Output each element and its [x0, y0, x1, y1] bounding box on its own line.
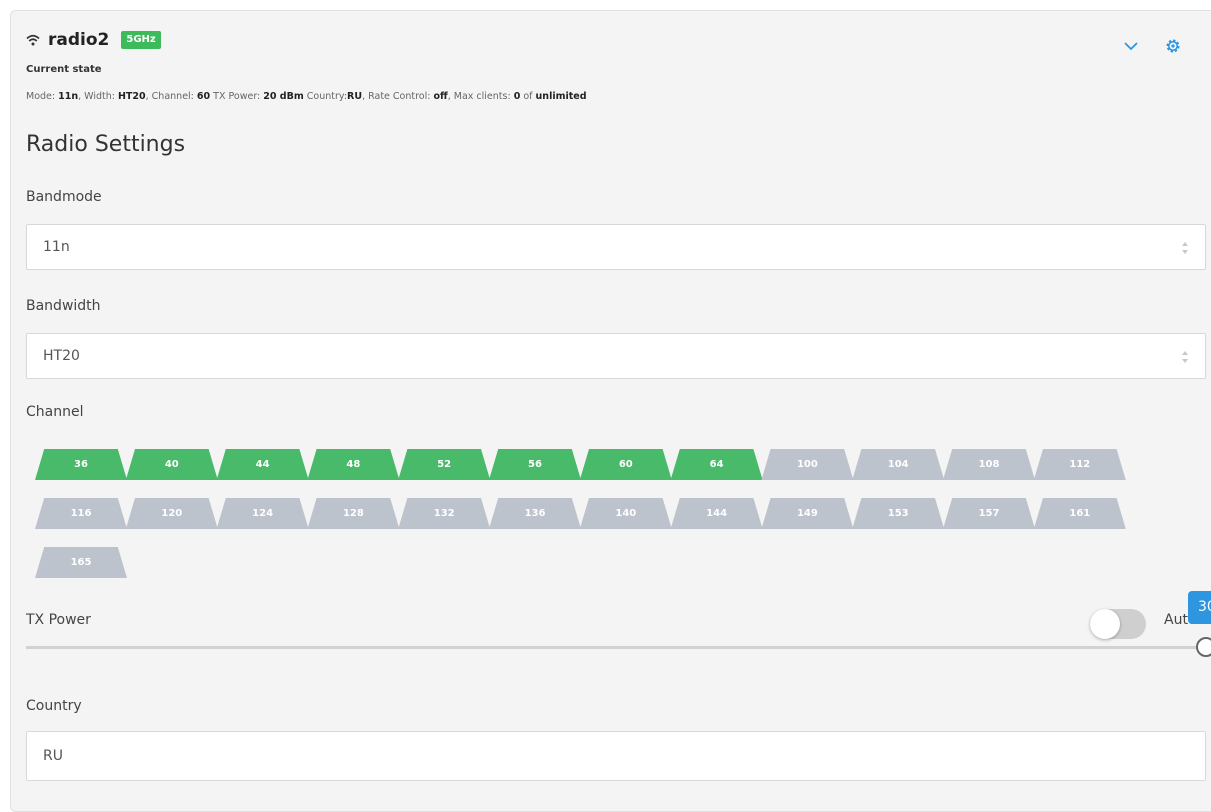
channel-button-128[interactable]: 128 [307, 498, 400, 529]
tx-power-slider-handle[interactable] [1196, 637, 1211, 657]
channel-button-120[interactable]: 120 [125, 498, 218, 529]
channel-button-44[interactable]: 44 [216, 449, 309, 480]
tx-power-label: TX Power [26, 612, 91, 628]
state-field-label: Mode: [26, 91, 59, 102]
state-field-value: 20 dBm [263, 91, 304, 102]
section-title: Radio Settings [26, 132, 186, 157]
state-field-value: HT20 [117, 91, 146, 102]
state-field-value: off [433, 91, 448, 102]
bandmode-select[interactable]: 11n [26, 224, 1206, 270]
country-label: Country [26, 698, 82, 714]
channel-button-116[interactable]: 116 [35, 498, 127, 529]
channel-button-52[interactable]: 52 [398, 449, 491, 480]
select-arrows-icon [1182, 242, 1188, 254]
state-field-value: 11n [58, 91, 79, 102]
bandmode-value: 11n [43, 239, 70, 255]
state-field-value: 0 [513, 91, 521, 102]
state-field-label: of [523, 91, 536, 102]
bandmode-label: Bandmode [26, 189, 102, 205]
current-state-summary: Mode: 11n, Width: HT20, Channel: 60 TX P… [26, 91, 587, 102]
channel-button-48[interactable]: 48 [307, 449, 400, 480]
auto-toggle[interactable] [1090, 609, 1146, 639]
toggle-knob [1090, 609, 1120, 639]
tx-power-slider-track[interactable] [26, 646, 1206, 649]
channel-button-140[interactable]: 140 [579, 498, 672, 529]
channel-button-36[interactable]: 36 [35, 449, 127, 480]
channel-button-132[interactable]: 132 [398, 498, 491, 529]
state-field-value: RU [347, 91, 363, 102]
country-input[interactable] [26, 731, 1206, 781]
channel-button-56[interactable]: 56 [489, 449, 581, 480]
channel-button-112[interactable]: 112 [1033, 449, 1126, 480]
channel-button-144[interactable]: 144 [670, 498, 763, 529]
channel-button-64[interactable]: 64 [670, 449, 763, 480]
channel-button-104[interactable]: 104 [852, 449, 945, 480]
channel-button-136[interactable]: 136 [489, 498, 581, 529]
state-field-label: Channel: [151, 91, 197, 102]
channel-button-161[interactable]: 161 [1033, 498, 1126, 529]
channel-button-165[interactable]: 165 [35, 547, 127, 578]
channel-button-40[interactable]: 40 [125, 449, 218, 480]
channel-button-100[interactable]: 100 [761, 449, 854, 480]
band-badge: 5GHz [121, 31, 161, 49]
bandwidth-select[interactable]: HT20 [26, 333, 1206, 379]
gear-icon[interactable] [1165, 38, 1181, 54]
radio-card [10, 10, 1211, 812]
radio-header: radio2 5GHz [26, 30, 161, 50]
channel-button-153[interactable]: 153 [852, 498, 945, 529]
chevron-down-icon[interactable] [1123, 40, 1139, 52]
state-field-label: Rate Control: [368, 91, 434, 102]
current-state-label: Current state [26, 64, 102, 75]
state-field-label: Country: [306, 91, 348, 102]
tx-power-value-tooltip: 30 [1188, 591, 1211, 624]
radio-name: radio2 [48, 30, 110, 50]
channel-button-149[interactable]: 149 [761, 498, 854, 529]
channel-label: Channel [26, 404, 84, 420]
state-field-value: 60 [196, 91, 211, 102]
state-field-label: Width: [84, 91, 118, 102]
channel-button-60[interactable]: 60 [579, 449, 672, 480]
state-field-label: Max clients: [453, 91, 514, 102]
state-field-value: unlimited [535, 91, 587, 102]
select-arrows-icon [1182, 351, 1188, 363]
bandwidth-value: HT20 [43, 348, 80, 364]
channel-button-124[interactable]: 124 [216, 498, 309, 529]
state-field-label: TX Power: [213, 91, 264, 102]
channel-button-108[interactable]: 108 [943, 449, 1035, 480]
channel-button-157[interactable]: 157 [943, 498, 1035, 529]
wifi-icon [26, 34, 40, 46]
bandwidth-label: Bandwidth [26, 298, 101, 314]
